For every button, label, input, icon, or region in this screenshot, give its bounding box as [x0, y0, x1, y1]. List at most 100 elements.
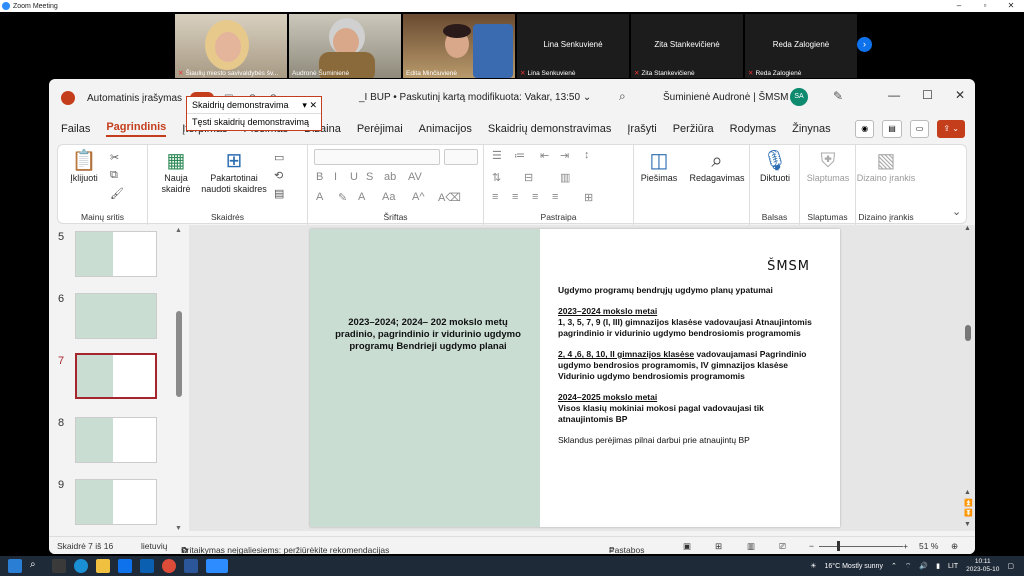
clear-format-icon[interactable]: A⌫: [438, 191, 461, 204]
underline-icon[interactable]: U: [350, 171, 358, 183]
drawing-button[interactable]: ◫ Piešimas: [634, 149, 684, 184]
zoom-slider[interactable]: [819, 546, 903, 547]
participant-tile[interactable]: Reda Zalogienė ✕ Reda Zalogienė: [745, 14, 857, 78]
notes-button[interactable]: Pastabos: [609, 545, 644, 554]
maximize-icon[interactable]: ☐: [922, 88, 933, 102]
highlight-icon[interactable]: ✎: [338, 191, 347, 204]
next-page-icon[interactable]: ›: [857, 37, 872, 52]
fit-to-window-icon[interactable]: ⊕: [951, 541, 958, 552]
change-case-icon[interactable]: Aa: [382, 191, 395, 203]
notification-icon[interactable]: ▢: [1007, 562, 1014, 570]
edge-icon[interactable]: [74, 559, 88, 573]
user-name[interactable]: Šuminienė Audronė | ŠMSM: [663, 92, 788, 103]
bullets-icon[interactable]: ☰: [492, 149, 502, 162]
align-text-icon[interactable]: ⊟: [524, 171, 533, 184]
maximize-icon[interactable]: ▫: [972, 0, 998, 12]
text-effects-icon[interactable]: A: [316, 191, 323, 203]
indent-icon[interactable]: ⇤: [540, 149, 549, 162]
slide-thumbnail[interactable]: [75, 417, 157, 463]
next-slide-icon[interactable]: ⏬: [964, 509, 973, 517]
reading-view-icon[interactable]: ▥: [747, 541, 755, 552]
word-icon[interactable]: [184, 559, 198, 573]
editing-button[interactable]: ⌕ Redagavimas: [684, 149, 750, 184]
new-slide-button[interactable]: ▦ Nauja skaidrė: [154, 149, 198, 195]
tab-file[interactable]: Failas: [61, 123, 90, 135]
outdent-icon[interactable]: ⇥: [560, 149, 569, 162]
caret-down-icon[interactable]: ▾: [302, 100, 307, 110]
close-icon[interactable]: ✕: [955, 88, 965, 102]
italic-icon[interactable]: I: [334, 171, 337, 183]
minimize-icon[interactable]: –: [946, 0, 972, 12]
slide-thumbnail[interactable]: [75, 293, 157, 339]
smartart-icon[interactable]: ⊞: [584, 191, 593, 204]
grow-font-icon[interactable]: A^: [412, 191, 425, 203]
align-center-icon[interactable]: ≡: [512, 191, 518, 203]
tab-view[interactable]: Rodymas: [730, 123, 776, 135]
font-color-icon[interactable]: A: [358, 191, 365, 203]
tab-slideshow[interactable]: Skaidrių demonstravimas: [488, 123, 612, 135]
zoom-in-icon[interactable]: +: [903, 541, 908, 551]
comments-icon[interactable]: ▭: [909, 120, 930, 138]
participant-tile[interactable]: Zita Stankevičienė ✕ Zita Stankevičienė: [631, 14, 743, 78]
language-indicator[interactable]: LIT: [948, 563, 958, 570]
weather-label[interactable]: 16°C Mostly sunny: [825, 563, 883, 570]
slideshow-dropdown[interactable]: Skaidrių demonstravima ▾ ✕ Tęsti skaidrių…: [186, 96, 322, 131]
participant-tile[interactable]: Audronė Šuminienė: [289, 14, 401, 78]
columns-icon[interactable]: ▥: [560, 171, 570, 184]
scroll-up-icon[interactable]: ▲: [964, 489, 971, 496]
format-painter-icon[interactable]: 🖌: [110, 187, 124, 200]
zoom-out-icon[interactable]: −: [809, 541, 814, 551]
outlook-icon[interactable]: [140, 559, 154, 573]
normal-view-icon[interactable]: ▣: [683, 541, 691, 552]
present-icon[interactable]: ▤: [882, 120, 902, 138]
align-left-icon[interactable]: ≡: [492, 191, 498, 203]
accessibility-label[interactable]: Pritaikymas neįgaliesiems: peržiūrėkite …: [181, 545, 389, 554]
reuse-slides-button[interactable]: ⊞ Pakartotinai naudoti skaidres: [200, 149, 268, 195]
widgets-icon[interactable]: [52, 559, 66, 573]
document-title[interactable]: _I BUP • Paskutinį kartą modifikuota: Va…: [359, 92, 591, 103]
participant-tile[interactable]: ✕ Šiaulių miesto savivaldybės šv...: [175, 14, 287, 78]
slide-sorter-icon[interactable]: ⊞: [715, 541, 722, 552]
slide-thumbnail[interactable]: [75, 231, 157, 277]
dropdown-option[interactable]: Tęsti skaidrių demonstravimą: [187, 113, 321, 130]
participant-tile[interactable]: Lina Senkuvienė ✕ Lina Senkuvienė: [517, 14, 629, 78]
align-right-icon[interactable]: ≡: [532, 191, 538, 203]
record-icon[interactable]: ◉: [855, 120, 875, 138]
justify-icon[interactable]: ≡: [552, 191, 558, 203]
slide-body[interactable]: Ugdymo programų bendrųjų ugdymo planų yp…: [558, 285, 820, 456]
tab-transitions[interactable]: Perėjimai: [357, 123, 403, 135]
tray-chevron-icon[interactable]: ⌃: [891, 562, 897, 570]
spacing-icon[interactable]: AV: [408, 171, 422, 183]
participant-tile[interactable]: Edita Minčiuvienė: [403, 14, 515, 78]
thumbnails-scrollbar[interactable]: ▲ ▼: [175, 227, 182, 532]
close-icon[interactable]: ✕: [998, 0, 1024, 12]
network-icon[interactable]: ⌔: [905, 562, 912, 571]
language-label[interactable]: lietuvių: [141, 541, 167, 551]
volume-icon[interactable]: 🔊: [919, 562, 928, 570]
tab-record[interactable]: Įrašyti: [627, 123, 656, 135]
start-icon[interactable]: [8, 559, 22, 573]
designer-button[interactable]: ▧ Dizaino įrankis: [856, 149, 916, 184]
font-family-select[interactable]: [314, 149, 440, 165]
zoom-slider-thumb[interactable]: [837, 541, 840, 551]
shadow-icon[interactable]: S: [366, 171, 373, 183]
numbering-icon[interactable]: ≔: [514, 149, 525, 162]
scroll-up-icon[interactable]: ▲: [175, 227, 182, 234]
layout-icon[interactable]: ▭: [274, 151, 284, 164]
text-direction-icon[interactable]: ⇅: [492, 171, 501, 184]
pen-icon[interactable]: ✎: [833, 89, 843, 103]
zoom-level[interactable]: 51 %: [919, 541, 938, 551]
scroll-up-icon[interactable]: ▲: [964, 225, 971, 232]
slide-scrollbar[interactable]: ▲ ▲ ⏫ ⏬ ▼: [964, 225, 973, 531]
tab-review[interactable]: Peržiūra: [673, 123, 714, 135]
minimize-icon[interactable]: —: [888, 88, 900, 102]
mail-icon[interactable]: [118, 559, 132, 573]
copy-icon[interactable]: ⧉: [110, 169, 118, 182]
slideshow-view-icon[interactable]: ⎚: [779, 541, 786, 552]
line-spacing-icon[interactable]: ↕: [584, 149, 590, 161]
cut-icon[interactable]: ✂: [110, 151, 119, 164]
share-icon[interactable]: ⇪ ⌄: [937, 120, 965, 138]
scroll-down-icon[interactable]: ▼: [964, 521, 971, 528]
slide[interactable]: 2023–2024; 2024– 202 mokslo metų pradini…: [310, 229, 840, 527]
avatar[interactable]: SA: [790, 88, 808, 106]
